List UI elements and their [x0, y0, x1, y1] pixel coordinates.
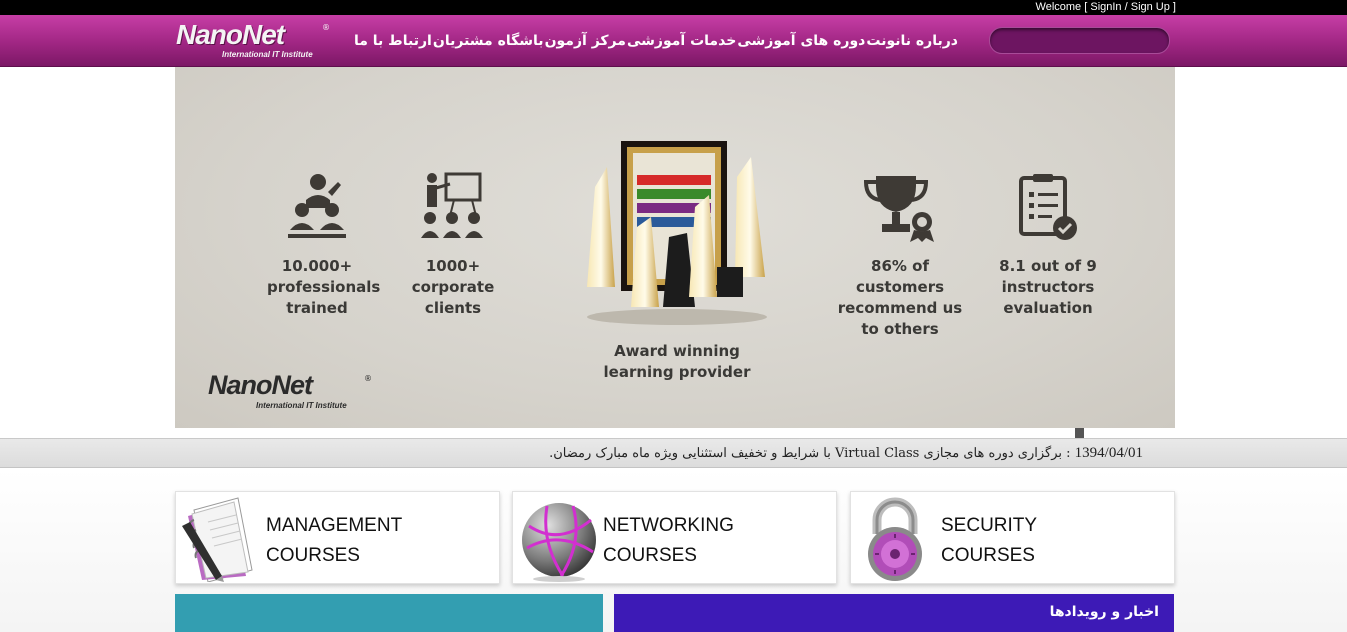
padlock-icon — [868, 497, 922, 581]
stat-awards-label1: Award winning — [614, 342, 740, 360]
hero-banner[interactable]: 10.000+ professionals trained 1000+ corp… — [175, 67, 1175, 428]
stat-recommend-value: 86% of customers — [855, 257, 945, 296]
stat-awards-label2: learning provider — [603, 363, 751, 381]
nav-exam-center[interactable]: مرکز آزمون — [545, 33, 626, 49]
signup-link[interactable]: Sign Up — [1131, 1, 1170, 13]
stat-evaluation-value: 8.1 out of 9 — [999, 257, 1097, 275]
ticker-item[interactable]: 1394/04/01 : برگزاری دوره های مجازی Virt… — [549, 445, 1143, 462]
auth-bracket-close: ] — [1169, 1, 1176, 13]
stat-recommend: 86% of customers recommend us to others — [830, 172, 970, 340]
security-courses-line1: SECURITY — [941, 515, 1038, 536]
hero-logo-wordmark: NanoNet — [208, 370, 313, 400]
awards-icon — [587, 141, 767, 325]
top-bar: Welcome [ SignIn / Sign Up ] — [0, 0, 1347, 15]
logo-wordmark: NanoNet — [176, 19, 285, 50]
security-courses-card[interactable]: SECURITY COURSES — [850, 491, 1175, 584]
stat-awards: Award winning learning provider — [577, 137, 777, 383]
welcome-text: Welcome [ — [1035, 1, 1088, 13]
nav-customer-club[interactable]: باشگاه مشتریان — [433, 33, 544, 49]
stat-recommend-label1: recommend us — [837, 299, 963, 317]
clipboard-check-icon — [1019, 174, 1077, 240]
stat-professionals-label2: trained — [286, 299, 348, 317]
stat-evaluation-label2: evaluation — [1003, 299, 1093, 317]
nav-about[interactable]: درباره نانونت — [866, 33, 958, 49]
stat-recommend-label2: to others — [861, 320, 939, 338]
stat-evaluation: 8.1 out of 9 instructors evaluation — [993, 172, 1103, 319]
networking-courses-card[interactable]: NETWORKING COURSES — [512, 491, 837, 584]
networking-courses-title: NETWORKING COURSES — [603, 511, 734, 571]
auth-links: Welcome [ SignIn / Sign Up ] — [1036, 0, 1176, 15]
auth-separator: / — [1121, 1, 1131, 13]
management-courses-card[interactable]: MANAGEMENT COURSES — [175, 491, 500, 584]
stat-clients-label1: corporate — [411, 278, 495, 296]
search-input[interactable] — [989, 27, 1170, 54]
logo-tagline: International IT Institute — [222, 50, 313, 59]
stat-professionals: 10.000+ professionals trained — [267, 172, 381, 319]
ticker-date: 1394/04/01 — [1074, 445, 1143, 461]
main-header: NanoNet ® International IT Institute درب… — [0, 15, 1347, 67]
stat-evaluation-label1: instructors — [1001, 278, 1095, 296]
globe-network-icon — [522, 503, 596, 582]
ticker-message: : برگزاری دوره های مجازی Virtual Class ب… — [549, 446, 1075, 461]
security-courses-title: SECURITY COURSES — [941, 511, 1037, 571]
management-courses-line2: COURSES — [266, 545, 360, 566]
trophy-icon — [863, 176, 934, 242]
news-ticker: 1394/04/01 : برگزاری دوره های مجازی Virt… — [0, 438, 1347, 468]
management-courses-line1: MANAGEMENT — [266, 515, 403, 536]
news-panel-title: اخبار و رویدادها — [1049, 604, 1159, 620]
audience-icon — [288, 174, 346, 238]
hero-logo: NanoNet ® International IT Institute — [208, 370, 378, 414]
featured-panel[interactable] — [175, 594, 603, 632]
stat-clients-label2: clients — [424, 299, 482, 317]
nav-contact[interactable]: ارتباط با ما — [354, 33, 432, 49]
stat-clients: 1000+ corporate clients — [403, 172, 503, 319]
nav-courses[interactable]: دوره های آموزشی — [737, 33, 865, 49]
stat-clients-value: 1000+ — [425, 257, 481, 275]
hero-logo-tagline: International IT Institute — [256, 401, 347, 410]
slider-indicator[interactable] — [1075, 428, 1084, 438]
security-courses-line2: COURSES — [941, 545, 1035, 566]
networking-courses-line1: NETWORKING — [603, 515, 734, 536]
site-logo[interactable]: NanoNet ® International IT Institute — [176, 19, 331, 64]
signin-link[interactable]: SignIn — [1090, 1, 1121, 13]
management-courses-title: MANAGEMENT COURSES — [266, 511, 402, 571]
stat-professionals-value: 10.000+ — [281, 257, 353, 275]
networking-courses-line2: COURSES — [603, 545, 697, 566]
hero-logo-registered-mark: ® — [364, 374, 372, 383]
notebook-pen-icon — [182, 497, 253, 582]
logo-registered-mark: ® — [322, 23, 330, 32]
nav-services[interactable]: خدمات آموزشی — [627, 33, 736, 49]
main-nav: درباره نانونت دوره های آموزشی خدمات آموز… — [354, 15, 958, 67]
news-panel: اخبار و رویدادها — [614, 594, 1174, 632]
stat-professionals-label1: professionals — [267, 278, 381, 296]
presentation-icon — [421, 172, 483, 238]
